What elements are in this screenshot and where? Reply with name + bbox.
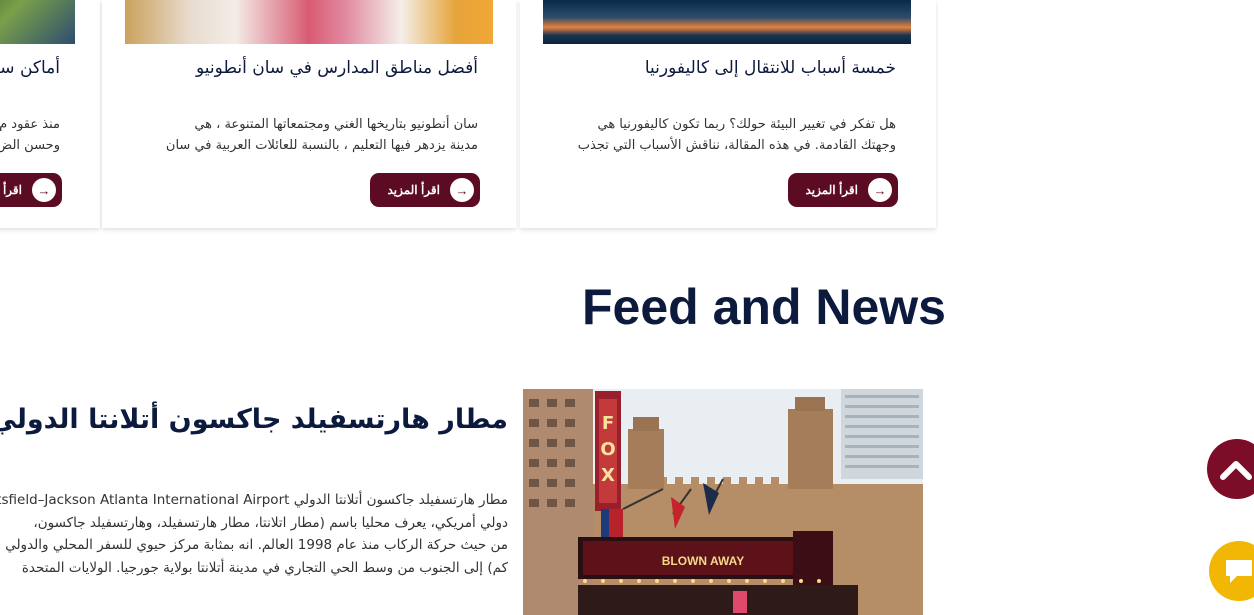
news-title[interactable]: مطار هارتسفيلد جاكسون أتلانتا الدولي <box>0 404 508 435</box>
svg-text:O: O <box>600 439 615 460</box>
chevron-up-icon <box>1220 461 1252 480</box>
section-heading: Feed and News <box>582 279 946 335</box>
card-excerpt-line: سان أنطونيو بتاريخها الغني ومجتمعاتها ال… <box>194 117 478 132</box>
read-more-button[interactable]: → اقرأ <box>0 173 62 207</box>
card-excerpt-line: وحسن الض <box>0 138 60 153</box>
card-title[interactable]: أفضل مناطق المدارس في سان أنطونيو <box>196 58 478 78</box>
card-title[interactable]: أماكن سـ <box>0 58 60 78</box>
svg-text:F: F <box>602 413 614 434</box>
article-card: أماكن سـ منذ عقود م وحسن الض → اقرأ <box>0 0 100 228</box>
news-excerpt-line: دولي أمريكي، يعرف محليا باسم (مطار اتلان… <box>33 514 508 531</box>
read-more-button[interactable]: → اقرأ المزيد <box>370 173 480 207</box>
arrow-right-icon: → <box>32 178 56 202</box>
svg-text:X: X <box>601 465 615 486</box>
arrow-right-icon: → <box>868 178 892 202</box>
chat-icon <box>1226 560 1252 583</box>
theatre-photo-illustration: F O X BLOWN AWAY <box>523 389 923 615</box>
news-excerpt-line: مطار هارتسفيلد جاكسون أتلانتا الدولي Har… <box>0 492 508 508</box>
article-card: خمسة أسباب للانتقال إلى كاليفورنيا هل تف… <box>520 0 936 228</box>
card-excerpt: هل تفكر في تغيير البيئة حولك؟ ربما تكون … <box>556 114 896 156</box>
card-excerpt-line: منذ عقود م <box>0 117 60 132</box>
read-more-label: اقرأ المزيد <box>805 183 858 197</box>
article-card: أفضل مناطق المدارس في سان أنطونيو سان أن… <box>102 0 516 228</box>
chat-button[interactable] <box>1209 541 1254 601</box>
card-image[interactable] <box>543 0 911 44</box>
news-excerpt-line: من حيث حركة الركاب منذ عام 1998 العالم. … <box>5 537 508 553</box>
read-more-label: اقرأ <box>2 183 22 197</box>
card-excerpt: منذ عقود م وحسن الض <box>0 114 60 156</box>
card-image[interactable] <box>0 0 75 44</box>
card-excerpt-line: مدينة يزدهر فيها التعليم ، بالنسبة للعائ… <box>165 138 478 153</box>
arrow-right-icon: → <box>450 178 474 202</box>
news-excerpt-line: كم) إلى الجنوب من وسط الحي التجاري في مد… <box>21 559 508 576</box>
read-more-label: اقرأ المزيد <box>387 183 440 197</box>
card-excerpt-line: هل تفكر في تغيير البيئة حولك؟ ربما تكون … <box>597 117 896 132</box>
card-excerpt-line: وجهتك القادمة. في هذه المقالة، نناقش الأ… <box>577 138 896 153</box>
read-more-button[interactable]: → اقرأ المزيد <box>788 173 898 207</box>
scroll-to-top-button[interactable] <box>1207 439 1254 499</box>
news-excerpt: مطار هارتسفيلد جاكسون أتلانتا الدولي Har… <box>0 489 508 584</box>
news-image[interactable]: F O X BLOWN AWAY <box>523 389 923 615</box>
card-image[interactable] <box>125 0 493 44</box>
card-title[interactable]: خمسة أسباب للانتقال إلى كاليفورنيا <box>645 58 896 78</box>
marquee-text: BLOWN AWAY <box>662 554 744 568</box>
card-excerpt: سان أنطونيو بتاريخها الغني ومجتمعاتها ال… <box>138 114 478 156</box>
